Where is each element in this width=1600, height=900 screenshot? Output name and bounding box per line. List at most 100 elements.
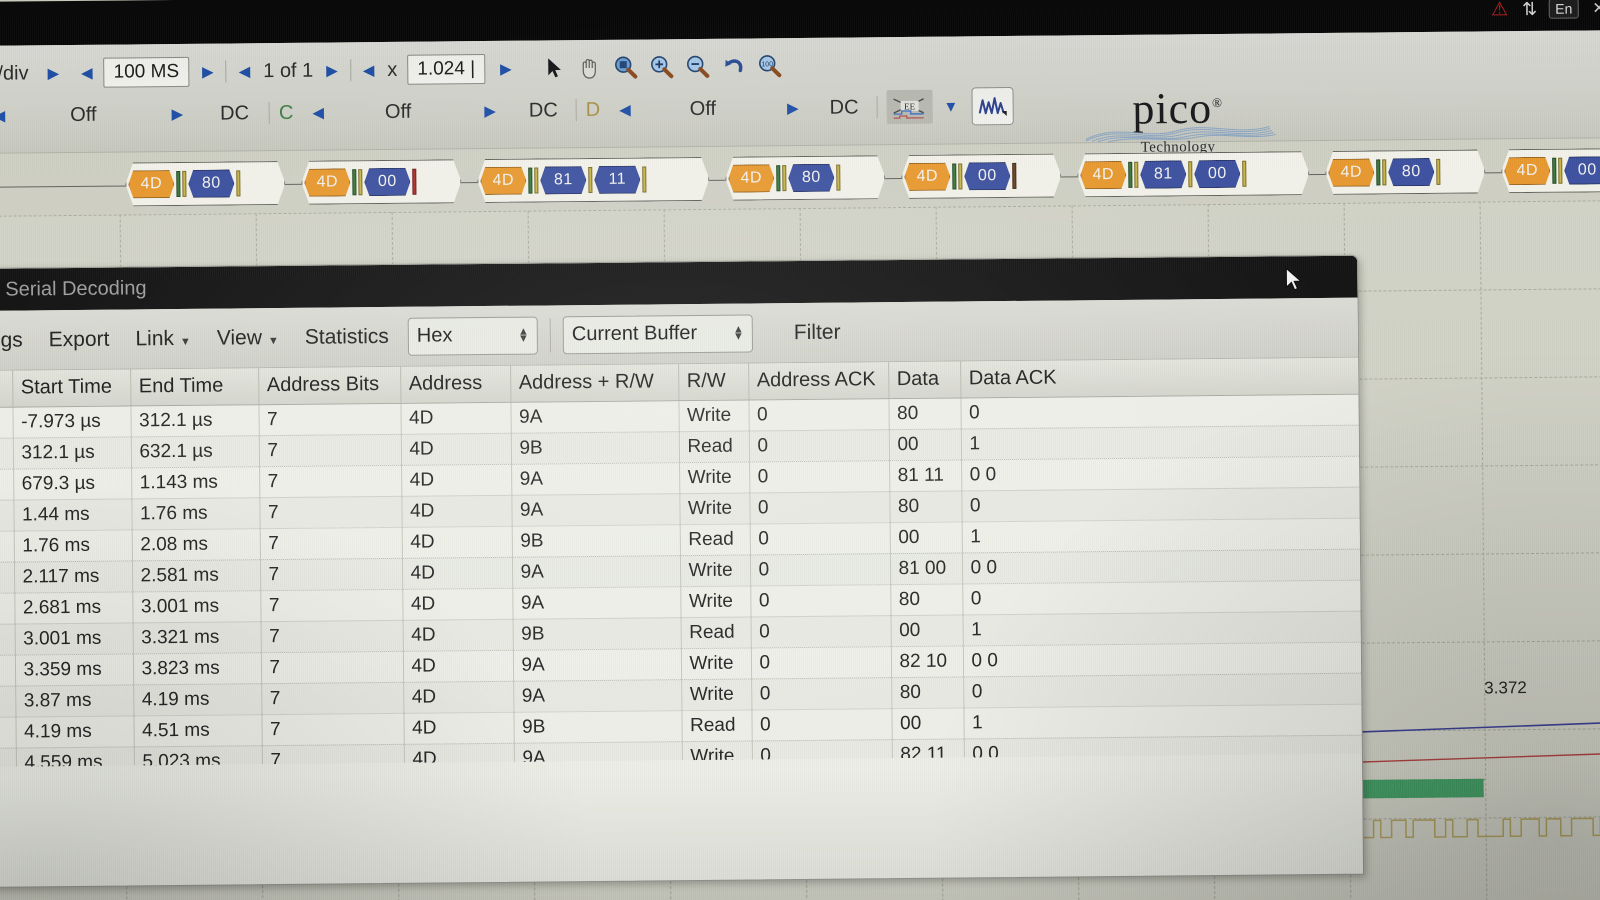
- menu-settings[interactable]: ngs: [0, 328, 36, 353]
- menu-link[interactable]: Link ▼: [122, 326, 204, 351]
- column-header-2[interactable]: End Time: [130, 368, 259, 406]
- channel-a-range[interactable]: Off: [70, 103, 97, 126]
- waveform-measure-icon[interactable]: [971, 86, 1014, 126]
- cell-1-9: 1: [960, 424, 1362, 460]
- cell-1-1: 312.1 µs: [12, 436, 132, 469]
- hand-pan-icon[interactable]: [572, 51, 608, 85]
- column-header-5[interactable]: Address + R/W: [510, 364, 679, 402]
- cell-7-2: 3.321 ms: [132, 621, 261, 654]
- column-header-7[interactable]: Address ACK: [748, 362, 889, 400]
- cell-8-3: 7: [260, 650, 404, 684]
- samples-prev-arrow[interactable]: ◀: [78, 64, 96, 82]
- cell-2-8: 81 11: [889, 459, 962, 492]
- samples-field[interactable]: 100 MS: [103, 56, 190, 88]
- channel-c-next-arrow[interactable]: ▶: [481, 102, 499, 120]
- format-select[interactable]: Hex ▲ ▼: [407, 316, 539, 356]
- column-header-0[interactable]: et: [0, 370, 13, 407]
- channel-a-prev-arrow[interactable]: ◀: [0, 107, 8, 125]
- decode-packet[interactable]: 4D 00: [901, 153, 1061, 199]
- cell-7-1: 3.001 ms: [14, 622, 133, 655]
- close-icon[interactable]: ✕: [1592, 0, 1600, 18]
- channel-divider-2: [575, 99, 577, 122]
- channel-a-coupling[interactable]: DC: [220, 102, 249, 125]
- language-indicator[interactable]: En: [1549, 0, 1579, 19]
- decode-packet[interactable]: 4D 80: [725, 155, 885, 201]
- zoom-multiplier-field[interactable]: 1.024 |: [407, 54, 486, 85]
- chevron-down-icon: ▼: [179, 335, 191, 348]
- cell-2-4: 4D: [401, 463, 512, 496]
- cell-11-8: 82 11: [891, 738, 965, 767]
- column-header-8[interactable]: Data: [888, 361, 961, 399]
- cell-2-3: 7: [259, 464, 402, 498]
- zoom-prev-arrow[interactable]: ◀: [360, 61, 378, 79]
- buffer-next-arrow[interactable]: ▶: [323, 61, 341, 79]
- cell-4-6: Read: [679, 523, 750, 556]
- undo-zoom-icon[interactable]: [716, 49, 752, 83]
- column-header-3[interactable]: Address Bits: [258, 366, 401, 405]
- cell-7-4: 4D: [402, 618, 513, 651]
- decode-packet[interactable]: 4D 00: [1501, 148, 1600, 194]
- toolbar-row-capture: ns/div ▶ ◀ 100 MS ▶ ◀ 1 of 1 ▶ ◀ x 1.024…: [0, 46, 789, 94]
- channel-d-prev-arrow[interactable]: ◀: [616, 101, 634, 119]
- channel-d-range[interactable]: Off: [690, 97, 717, 120]
- decode-packet[interactable]: 4D 00: [301, 159, 461, 205]
- resolution-dropdown-caret[interactable]: ▼: [940, 98, 961, 115]
- network-updown-icon[interactable]: ⇅: [1522, 0, 1535, 19]
- cell-7-9: 1: [962, 610, 1362, 646]
- buffer-select[interactable]: Current Buffer ▲ ▼: [562, 313, 754, 354]
- app-toolbar: ns/div ▶ ◀ 100 MS ▶ ◀ 1 of 1 ▶ ◀ x 1.024…: [0, 30, 1600, 155]
- column-header-9[interactable]: Data ACK: [960, 357, 1361, 398]
- column-header-1[interactable]: Start Time: [12, 369, 131, 407]
- channel-c-range[interactable]: Off: [385, 100, 412, 123]
- warning-triangle-icon[interactable]: ⚠: [1491, 0, 1508, 20]
- packet-data-field: 80: [1388, 158, 1434, 186]
- decode-packet[interactable]: 4D 81 00: [1077, 151, 1309, 197]
- menu-filter[interactable]: Filter: [781, 320, 854, 345]
- zoom-in-icon[interactable]: [644, 50, 680, 84]
- menu-statistics[interactable]: Statistics: [292, 324, 402, 349]
- timebase-next-arrow[interactable]: ▶: [44, 64, 62, 82]
- cell-4-2: 2.08 ms: [131, 528, 260, 561]
- channel-c-coupling[interactable]: DC: [529, 99, 558, 122]
- decode-table-scroll[interactable]: etStart TimeEnd TimeAddress BitsAddressA…: [0, 357, 1362, 767]
- cell-11-3: 7: [261, 743, 405, 767]
- decode-packet[interactable]: 4D 81 11: [477, 157, 709, 203]
- menu-view[interactable]: View ▼: [204, 325, 292, 350]
- column-header-4[interactable]: Address: [400, 365, 511, 403]
- packet-data-field: 80: [188, 169, 234, 197]
- serial-decoding-window: ▤ Serial Decoding ngs Export Link▼ View▼…: [0, 254, 1365, 888]
- cell-9-1: 3.87 ms: [15, 684, 134, 717]
- channel-c-prev-arrow[interactable]: ◀: [309, 104, 327, 122]
- zoom-out-icon[interactable]: [680, 50, 716, 84]
- channel-d-next-arrow[interactable]: ▶: [784, 99, 802, 117]
- decode-packet[interactable]: 4D 80: [125, 161, 285, 207]
- packet-bit-marker: [1128, 162, 1132, 188]
- channel-d-coupling[interactable]: DC: [829, 96, 858, 119]
- zoom-next-arrow[interactable]: ▶: [497, 60, 515, 78]
- buffer-prev-arrow[interactable]: ◀: [236, 62, 254, 80]
- cell-0-4: 4D: [400, 401, 511, 434]
- packet-bit-marker: [236, 170, 240, 196]
- cell-9-3: 7: [261, 681, 404, 715]
- menu-export[interactable]: Export: [36, 327, 123, 352]
- cell-3-4: 4D: [401, 494, 512, 527]
- packet-bit-marker: [1012, 163, 1016, 189]
- channel-a-next-arrow[interactable]: ▶: [168, 105, 186, 123]
- cell-9-8: 80: [891, 676, 964, 709]
- resolution-enhance-icon[interactable]: EE: [886, 89, 933, 125]
- zoom-100-icon[interactable]: 100: [752, 49, 788, 83]
- toolbar-divider-2: [349, 59, 351, 82]
- pointer-icon[interactable]: [536, 51, 572, 85]
- column-header-6[interactable]: R/W: [678, 363, 749, 401]
- samples-next-arrow[interactable]: ▶: [199, 63, 217, 81]
- cell-3-6: Write: [679, 492, 750, 525]
- packet-data-field: 00: [364, 168, 410, 196]
- packet-bit-marker: [1436, 159, 1440, 185]
- zoom-multiplier-prefix: x: [387, 58, 398, 81]
- cell-6-7: 0: [750, 584, 891, 617]
- cell-10-9: 1: [963, 703, 1362, 739]
- cell-0-1: -7.973 µs: [12, 405, 131, 438]
- decode-packet[interactable]: 4D 80: [1325, 149, 1485, 195]
- zoom-select-icon[interactable]: [608, 50, 644, 84]
- cell-5-4: 4D: [401, 556, 513, 589]
